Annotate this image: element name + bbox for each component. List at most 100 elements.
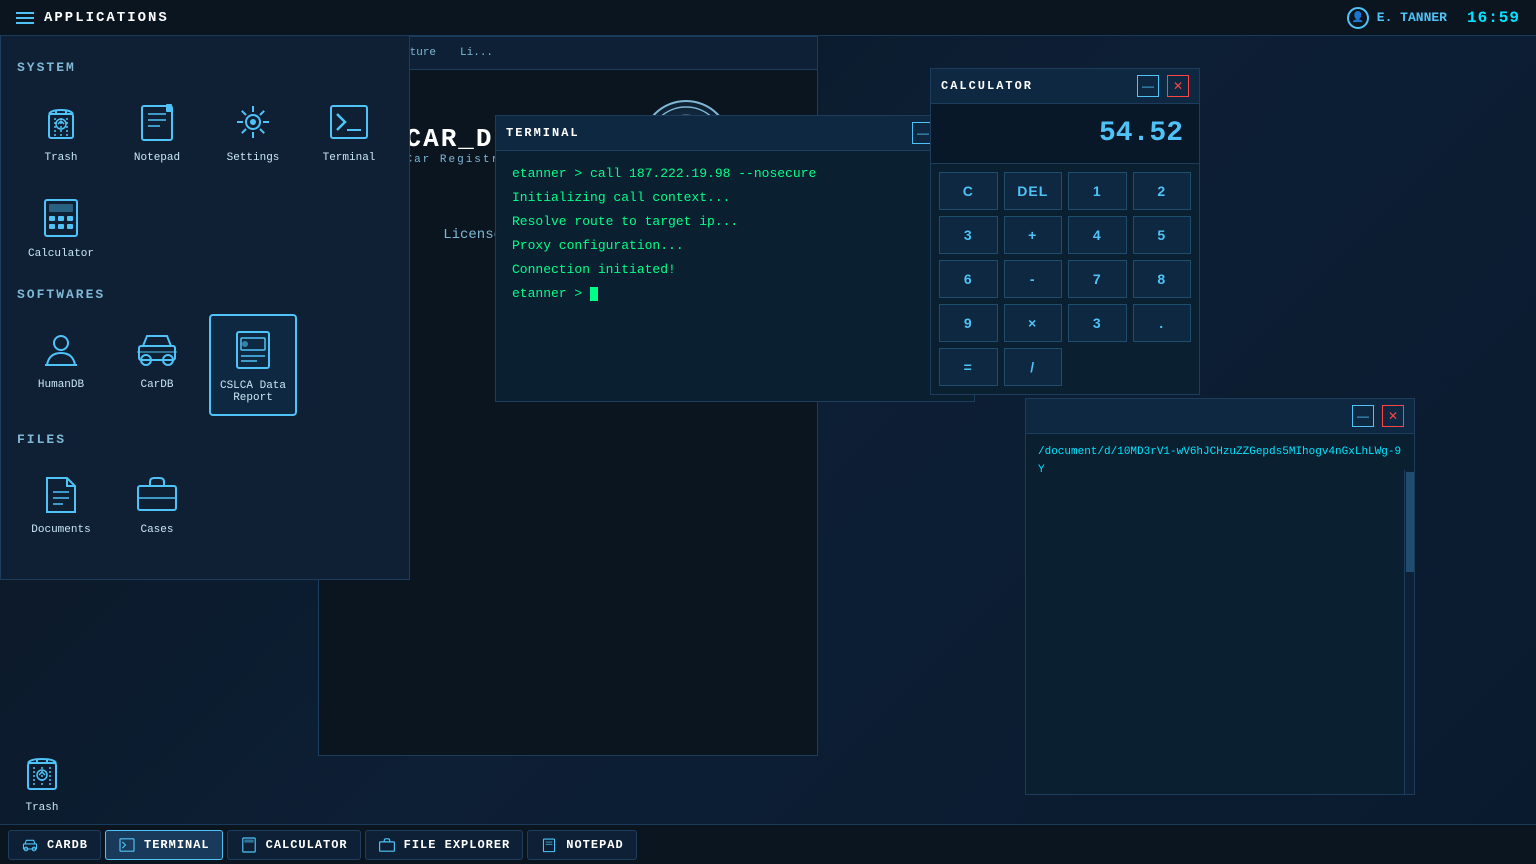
files-grid: Documents Cases (17, 459, 393, 547)
terminal-icon (325, 98, 373, 146)
menu-item-humandb[interactable]: HumanDB (17, 314, 105, 416)
terminal-line-4: Connection initiated! (512, 259, 958, 281)
settings-icon (229, 98, 277, 146)
menu-item-notepad[interactable]: Notepad (113, 87, 201, 175)
calc-btn-equals[interactable]: = (939, 348, 998, 386)
taskbar-cardb-icon (21, 836, 39, 854)
taskbar-calculator[interactable]: CALCULATOR (227, 830, 361, 860)
calc-btn-divide[interactable]: / (1004, 348, 1063, 386)
calculator-label: Calculator (28, 248, 94, 260)
notepad-scrollbar-thumb[interactable] (1406, 472, 1414, 572)
notepad-titlebar: — ✕ (1026, 399, 1414, 434)
notepad-close[interactable]: ✕ (1382, 405, 1404, 427)
taskbar-cardb-label: CARDB (47, 838, 88, 852)
cardb-label: CarDB (140, 379, 173, 391)
desktop: EK APPLICATIONS 👤 E. TANNER 16:59 System (0, 0, 1536, 864)
terminal-body: etanner > call 187.222.19.98 --nosecure … (496, 151, 974, 401)
calc-btn-9[interactable]: 9 (939, 304, 998, 342)
notepad-icon (133, 98, 181, 146)
menu-item-cases[interactable]: Cases (113, 459, 201, 547)
notepad-label: Notepad (134, 152, 180, 164)
terminal-label: Terminal (323, 152, 376, 164)
calculator-icon (37, 194, 85, 242)
calc-buttons: C DEL 1 2 3 + 4 5 6 - 7 8 9 × 3 . = / (931, 164, 1199, 394)
terminal-line-1: Initializing call context... (512, 187, 958, 209)
cases-label: Cases (140, 524, 173, 536)
app-title: APPLICATIONS (44, 10, 169, 26)
taskbar-notepad-label: NOTEPAD (566, 838, 623, 852)
calc-btn-minus[interactable]: - (1004, 260, 1063, 298)
calc-btn-5[interactable]: 5 (1133, 216, 1192, 254)
softwares-grid: HumanDB CarDB (17, 314, 393, 416)
user-icon: 👤 (1347, 7, 1369, 29)
calc-btn-6[interactable]: 6 (939, 260, 998, 298)
menu-item-calculator[interactable]: Calculator (17, 183, 105, 271)
menu-item-terminal[interactable]: Terminal (305, 87, 393, 175)
menu-item-settings[interactable]: Settings (209, 87, 297, 175)
calc-btn-7[interactable]: 7 (1068, 260, 1127, 298)
documents-icon (37, 470, 85, 518)
taskbar-file-label: FILE EXPLORER (404, 838, 511, 852)
taskbar-cardb[interactable]: CARDB (8, 830, 101, 860)
notepad-scrollbar[interactable] (1404, 470, 1414, 794)
trash-icon (37, 98, 85, 146)
calc-btn-3[interactable]: 3 (939, 216, 998, 254)
calc-btn-3b[interactable]: 3 (1068, 304, 1127, 342)
softwares-section-title: Softwares (17, 287, 393, 302)
menu-item-cardb[interactable]: CarDB (113, 314, 201, 416)
menu-item-cslca[interactable]: CSLCA Data Report (209, 314, 297, 416)
taskbar-terminal[interactable]: TERMINAL (105, 830, 223, 860)
calc-btn-del[interactable]: DEL (1004, 172, 1063, 210)
calc-btn-4[interactable]: 4 (1068, 216, 1127, 254)
username: E. TANNER (1377, 10, 1447, 25)
app-menu: System Trash (0, 36, 410, 580)
menu-item-documents[interactable]: Documents (17, 459, 105, 547)
calc-title: CALCULATOR (941, 79, 1033, 93)
calc-btn-multiply[interactable]: × (1004, 304, 1063, 342)
taskbar-calculator-label: CALCULATOR (266, 838, 348, 852)
menu-item-trash[interactable]: Trash (17, 87, 105, 175)
taskbar-file-icon (378, 836, 396, 854)
system-section-title: System (17, 60, 393, 75)
calc-controls: — ✕ (1137, 75, 1189, 97)
calc-display: 54.52 (931, 104, 1199, 164)
terminal-line-2: Resolve route to target ip... (512, 211, 958, 233)
cslca-icon (229, 326, 277, 374)
taskbar-calculator-icon (240, 836, 258, 854)
terminal-titlebar: TERMINAL — ✕ (496, 116, 974, 151)
terminal-line-0: etanner > call 187.222.19.98 --nosecure (512, 163, 958, 185)
cslca-label: CSLCA Data Report (217, 380, 289, 404)
topbar: APPLICATIONS 👤 E. TANNER 16:59 (0, 0, 1536, 36)
clock: 16:59 (1467, 9, 1520, 27)
license-label: License (442, 227, 502, 243)
humandb-label: HumanDB (38, 379, 84, 391)
terminal-line-5: etanner > (512, 283, 958, 305)
taskbar-terminal-label: TERMINAL (144, 838, 210, 852)
calc-titlebar: CALCULATOR — ✕ (931, 69, 1199, 104)
calc-btn-plus[interactable]: + (1004, 216, 1063, 254)
calc-btn-c[interactable]: C (939, 172, 998, 210)
notepad-minimize[interactable]: — (1352, 405, 1374, 427)
desktop-trash-label: Trash (25, 802, 58, 814)
files-section-title: Files (17, 432, 393, 447)
terminal-line-3: Proxy configuration... (512, 235, 958, 257)
menu-toggle[interactable] (16, 12, 34, 24)
calc-close[interactable]: ✕ (1167, 75, 1189, 97)
notepad-controls: — ✕ (1352, 405, 1404, 427)
terminal-window: TERMINAL — ✕ etanner > call 187.222.19.9… (495, 115, 975, 402)
taskbar-notepad[interactable]: NOTEPAD (527, 830, 636, 860)
terminal-title: TERMINAL (506, 126, 580, 140)
desktop-trash-graphic (18, 748, 66, 796)
system-grid: Trash Notepad (17, 87, 393, 271)
cardb-tab-1[interactable]: Li... (454, 45, 499, 61)
cardb-icon (133, 325, 181, 373)
calc-btn-1[interactable]: 1 (1068, 172, 1127, 210)
calc-btn-dot[interactable]: . (1133, 304, 1192, 342)
taskbar-file-explorer[interactable]: FILE EXPLORER (365, 830, 524, 860)
calc-minimize[interactable]: — (1137, 75, 1159, 97)
trash-label: Trash (44, 152, 77, 164)
calc-btn-2[interactable]: 2 (1133, 172, 1192, 210)
desktop-trash-icon[interactable]: Trash (18, 748, 66, 814)
notepad-body: /document/d/10MD3rV1-wV6hJCHzuZZGepds5MI… (1026, 434, 1414, 794)
calc-btn-8[interactable]: 8 (1133, 260, 1192, 298)
